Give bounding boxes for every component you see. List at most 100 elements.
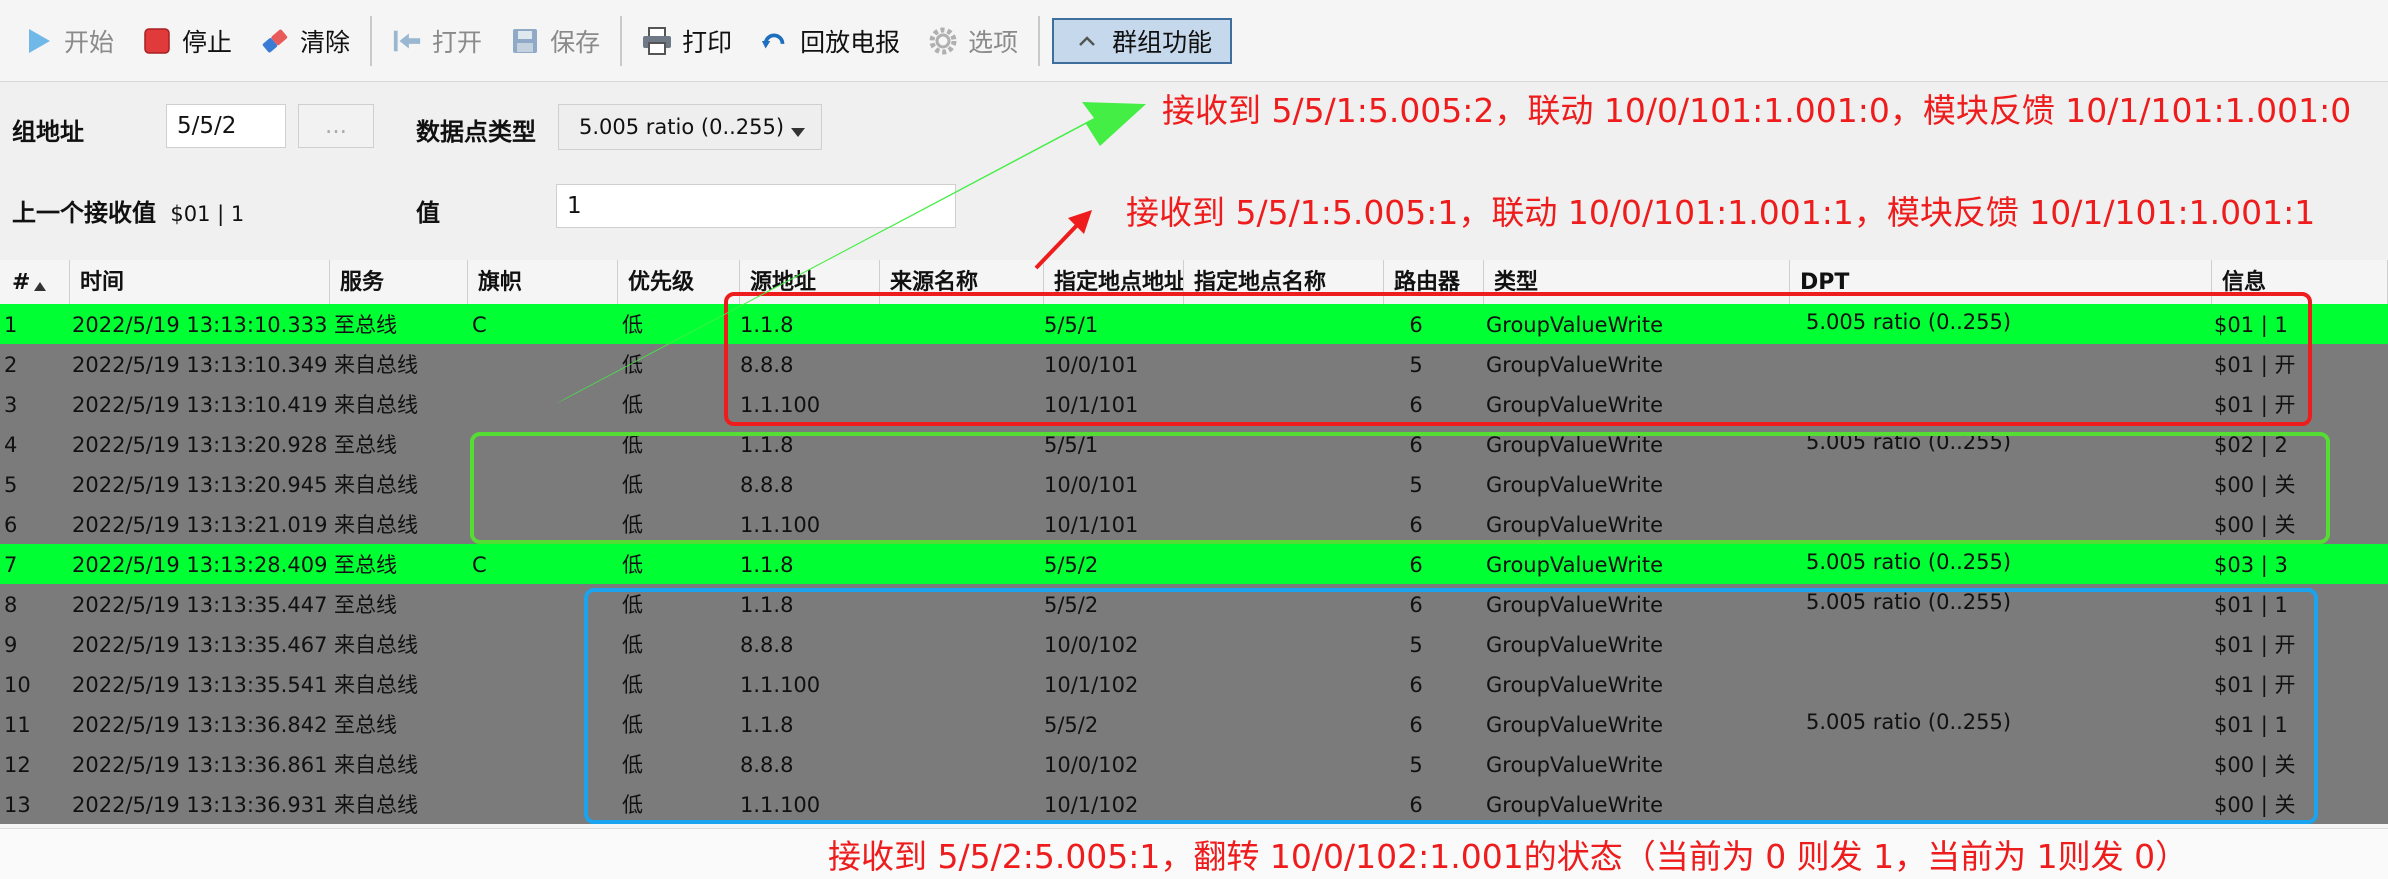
row-flag	[472, 344, 616, 384]
replay-icon	[760, 26, 790, 56]
row-time: 2022/5/19 13:13:35.541	[72, 673, 326, 697]
row-number: 1	[4, 313, 18, 337]
row-service: 来自总线	[334, 473, 418, 497]
row-router: 6	[1409, 553, 1423, 577]
row-service: 至总线	[334, 713, 397, 737]
group-function-label: 群组功能	[1112, 27, 1213, 57]
row-time: 2022/5/19 13:13:20.928	[72, 433, 326, 457]
column-header[interactable]: 旗帜	[468, 260, 618, 304]
printer-icon	[642, 26, 672, 56]
options-label: 选项	[968, 27, 1019, 57]
start-button[interactable]: 开始	[10, 11, 128, 71]
row-priority: 低	[622, 393, 643, 417]
options-button[interactable]: 选项	[914, 11, 1032, 71]
dropdown-arrow-icon	[791, 119, 805, 143]
save-label: 保存	[550, 27, 601, 57]
row-dest-address: 5/5/2	[1044, 553, 1099, 577]
toolbar-separator	[620, 15, 623, 66]
gear-icon	[928, 26, 958, 56]
annotation-note-1: 接收到 5/5/1:5.005:2，联动 10/0/101:1.001:0，模块…	[1162, 91, 2352, 130]
row-service: 来自总线	[334, 513, 418, 537]
open-button[interactable]: 打开	[378, 11, 496, 71]
column-header[interactable]: 服务	[330, 260, 468, 304]
green-highlight-box	[470, 432, 2330, 544]
row-source-address: 1.1.8	[740, 553, 794, 577]
row-flag: C	[472, 313, 487, 337]
row-flag: C	[472, 553, 487, 577]
replay-label: 回放电报	[800, 27, 901, 57]
row-time: 2022/5/19 13:13:10.349	[72, 353, 326, 377]
row-service: 来自总线	[334, 673, 418, 697]
floppy-disk-icon	[510, 26, 540, 56]
stop-button[interactable]: 停止	[128, 11, 246, 71]
eraser-icon	[260, 26, 290, 56]
row-service: 来自总线	[334, 353, 418, 377]
red-highlight-box	[724, 292, 2312, 426]
row-info: $03 | 3	[2214, 553, 2288, 577]
clear-button[interactable]: 清除	[246, 11, 364, 71]
row-service: 至总线	[334, 313, 397, 337]
blue-highlight-box	[584, 588, 2318, 824]
row-number: 5	[4, 473, 18, 497]
group-address-label: 组地址	[12, 118, 84, 146]
row-time: 2022/5/19 13:13:10.333	[72, 313, 326, 337]
dpt-label: 数据点类型	[416, 118, 536, 146]
last-value-label: 上一个接收值 $01 | 1	[12, 193, 244, 228]
annotation-note-3: 接收到 5/5/2:5.005:1，翻转 10/0/102:1.001的状态（当…	[828, 837, 2189, 876]
value-label: 值	[416, 199, 440, 227]
group-function-button[interactable]: 群组功能	[1052, 17, 1233, 64]
row-time: 2022/5/19 13:13:20.945	[72, 473, 326, 497]
row-number: 11	[4, 713, 31, 737]
value-input[interactable]: 1	[556, 184, 956, 228]
last-value-label-text: 上一个接收值	[12, 199, 156, 227]
row-type: GroupValueWrite	[1486, 553, 1664, 577]
row-service: 至总线	[334, 593, 397, 617]
replay-button[interactable]: 回放电报	[746, 11, 914, 71]
dpt-select[interactable]: 5.005 ratio (0..255)	[558, 104, 822, 150]
row-dest-name	[1184, 544, 1378, 584]
row-time: 2022/5/19 13:13:36.842	[72, 713, 326, 737]
table-row[interactable]: 7 2022/5/19 13:13:28.409 至总线 C 低 1.1.8 5/5/2 6 G…	[0, 544, 2388, 584]
print-label: 打印	[682, 27, 733, 57]
row-number: 2	[4, 353, 18, 377]
row-service: 来自总线	[334, 393, 418, 417]
toolbar: 开始 停止 清除 打开 保存 打印 回放电报 选项 群组功能	[0, 0, 2388, 82]
column-header[interactable]: 优先级	[618, 260, 740, 304]
chevron-up-icon	[1072, 26, 1102, 56]
row-number: 7	[4, 553, 18, 577]
row-number: 8	[4, 593, 18, 617]
row-time: 2022/5/19 13:13:21.019	[72, 513, 326, 537]
row-service: 至总线	[334, 433, 397, 457]
group-address-input[interactable]: 5/5/2	[166, 104, 286, 148]
row-number: 9	[4, 633, 18, 657]
row-time: 2022/5/19 13:13:35.447	[72, 593, 326, 617]
open-label: 打开	[432, 27, 483, 57]
save-button[interactable]: 保存	[496, 11, 614, 71]
print-button[interactable]: 打印	[628, 11, 746, 71]
row-time: 2022/5/19 13:13:36.861	[72, 753, 326, 777]
red-arrow-head	[1068, 210, 1092, 234]
dpt-select-value: 5.005 ratio (0..255)	[579, 115, 785, 139]
row-flag	[472, 384, 616, 424]
browse-button[interactable]: ...	[298, 104, 374, 148]
row-priority: 低	[622, 553, 643, 577]
column-header[interactable]: 时间	[70, 260, 330, 304]
stop-square-icon	[142, 26, 172, 56]
toolbar-separator	[1038, 15, 1041, 66]
row-time: 2022/5/19 13:13:36.931	[72, 793, 326, 817]
row-number: 12	[4, 753, 31, 777]
stop-label: 停止	[182, 27, 233, 57]
toolbar-separator	[370, 15, 373, 66]
start-label: 开始	[64, 27, 115, 57]
row-number: 6	[4, 513, 18, 537]
annotation-note-2: 接收到 5/5/1:5.005:1，联动 10/0/101:1.001:1，模块…	[1126, 193, 2316, 232]
row-number: 10	[4, 673, 31, 697]
row-time: 2022/5/19 13:13:28.409	[72, 553, 326, 577]
row-number: 3	[4, 393, 18, 417]
row-priority: 低	[622, 313, 643, 337]
row-service: 来自总线	[334, 753, 418, 777]
row-number: 13	[4, 793, 31, 817]
open-arrow-icon	[392, 26, 422, 56]
row-dpt: 5.005 ratio (0..255)	[1806, 550, 2012, 574]
play-icon	[24, 26, 54, 56]
